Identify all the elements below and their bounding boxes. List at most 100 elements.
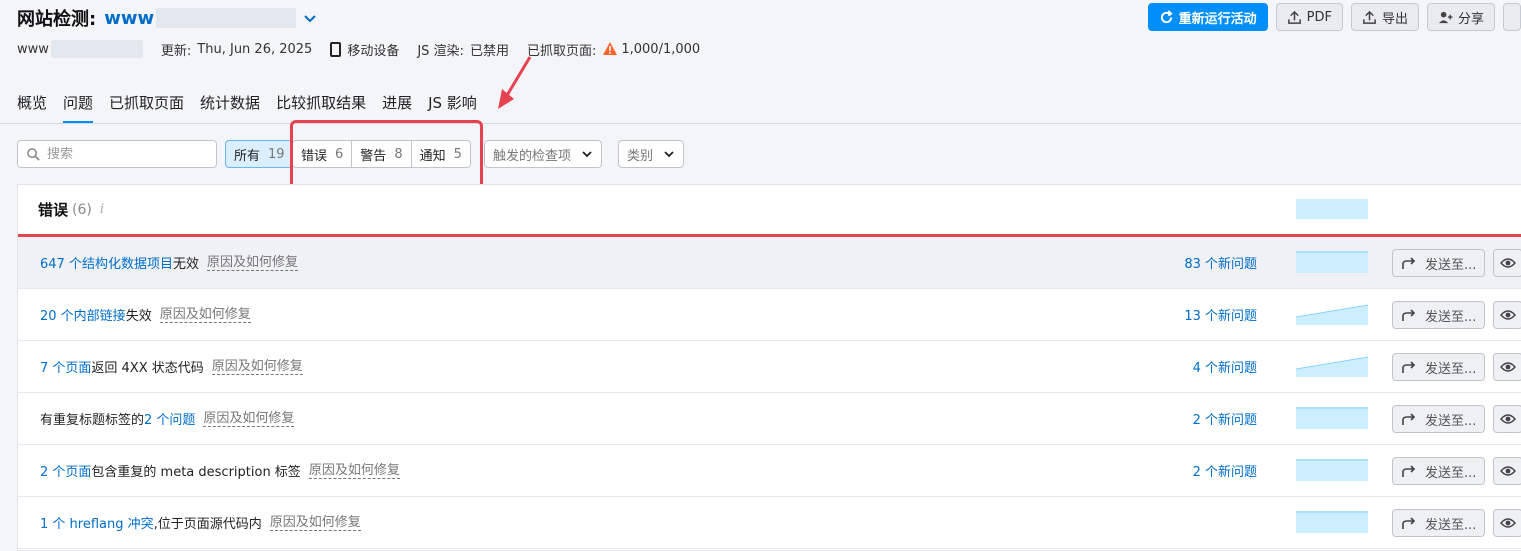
send-to-button[interactable]: 发送至... xyxy=(1392,509,1485,537)
send-to-label: 发送至... xyxy=(1425,257,1477,273)
issue-prefix: 有重复标题标签的 xyxy=(40,413,145,428)
send-to-button[interactable]: 发送至... xyxy=(1392,353,1485,381)
issue-row: 1 个 hreflang 冲突 ,位于页面源代码内 原因及如何修复 发送至... xyxy=(18,497,1521,549)
info-icon[interactable]: i xyxy=(100,202,104,217)
forward-arrow-icon xyxy=(1402,309,1416,321)
share-button[interactable]: 分享 xyxy=(1426,3,1495,31)
triggered-checks-label: 触发的检查项 xyxy=(493,148,572,164)
forward-arrow-icon xyxy=(1402,465,1416,477)
trend-sparkline xyxy=(1296,511,1368,533)
search-input[interactable] xyxy=(47,146,207,162)
more-button[interactable] xyxy=(1503,3,1521,31)
tab-crawled-pages[interactable]: 已抓取页面 xyxy=(109,92,184,124)
tab-divider xyxy=(0,123,1521,124)
share-label: 分享 xyxy=(1457,11,1484,27)
issues-list: 647 个结构化数据项目 无效 原因及如何修复 83 个新问题 发送至... 20 个内部… xyxy=(18,237,1521,549)
issue-text: 无效 xyxy=(172,257,199,272)
issue-row: 2 个页面 包含重复的 meta description 标签 原因及如何修复 2 个… xyxy=(18,445,1521,497)
pdf-label: PDF xyxy=(1306,9,1332,25)
why-and-how-to-fix-link[interactable]: 原因及如何修复 xyxy=(211,359,303,375)
updated-info: 更新: Thu, Jun 26, 2025 xyxy=(161,40,312,59)
issue-link[interactable]: 647 个结构化数据项目 xyxy=(40,253,173,272)
toggle-visibility-button[interactable] xyxy=(1493,457,1521,485)
trend-sparkline xyxy=(1296,251,1368,273)
rerun-label: 重新运行活动 xyxy=(1178,11,1257,27)
send-to-button[interactable]: 发送至... xyxy=(1392,457,1485,485)
device-label: 移动设备 xyxy=(347,43,400,59)
tab-overview[interactable]: 概览 xyxy=(17,92,47,124)
triggered-checks-dropdown[interactable]: 触发的检查项 xyxy=(484,140,603,168)
add-user-icon xyxy=(1438,11,1453,23)
errors-count: (6) xyxy=(72,201,92,218)
annotation-arrow-icon xyxy=(498,56,532,109)
issue-row: 20 个内部链接 失效 原因及如何修复 13 个新问题 发送至... xyxy=(18,289,1521,341)
export-label: 导出 xyxy=(1381,11,1408,27)
upload-icon xyxy=(1363,10,1376,24)
toggle-visibility-button[interactable] xyxy=(1493,405,1521,433)
crawled-value: 1,000/1,000 xyxy=(621,41,701,57)
chevron-down-icon xyxy=(582,151,592,158)
issue-link[interactable]: 2 个问题 xyxy=(144,409,195,428)
filter-all-item[interactable]: 所有 19 xyxy=(226,141,293,167)
chevron-down-icon xyxy=(664,151,674,158)
errors-heading: 错误 xyxy=(38,201,69,219)
new-issues-link[interactable]: 13 个新问题 xyxy=(1184,305,1257,324)
filter-all[interactable]: 所有 19 xyxy=(225,140,294,168)
issue-link[interactable]: 1 个 hreflang 冲突 xyxy=(40,513,154,532)
upload-icon xyxy=(1287,10,1301,24)
send-to-label: 发送至... xyxy=(1425,517,1477,533)
project-domain[interactable]: www xyxy=(104,8,154,29)
chevron-down-icon[interactable] xyxy=(302,10,318,26)
toggle-visibility-button[interactable] xyxy=(1493,249,1521,277)
issue-row: 7 个页面 返回 4XX 状态代码 原因及如何修复 4 个新问题 发送至... xyxy=(18,341,1521,393)
eye-icon xyxy=(1500,258,1516,268)
forward-arrow-icon xyxy=(1402,361,1416,373)
header-trend-sparkline xyxy=(1296,199,1368,219)
rerun-campaign-button[interactable]: 重新运行活动 xyxy=(1147,3,1268,31)
issue-text: 失效 xyxy=(125,309,152,324)
eye-icon xyxy=(1500,414,1516,424)
new-issues-link[interactable]: 2 个新问题 xyxy=(1193,461,1257,480)
trend-sparkline xyxy=(1296,356,1368,377)
issue-link[interactable]: 7 个页面 xyxy=(40,357,91,376)
why-and-how-to-fix-link[interactable]: 原因及如何修复 xyxy=(159,307,251,323)
issue-text: ,位于页面源代码内 xyxy=(153,517,262,532)
tab-issues[interactable]: 问题 xyxy=(63,92,94,124)
why-and-how-to-fix-link[interactable]: 原因及如何修复 xyxy=(308,463,400,479)
send-to-label: 发送至... xyxy=(1425,465,1477,481)
new-issues-link[interactable]: 2 个新问题 xyxy=(1193,409,1257,428)
filter-all-count: 19 xyxy=(268,146,285,162)
eye-icon xyxy=(1500,518,1516,528)
new-issues-link[interactable]: 83 个新问题 xyxy=(1184,253,1257,272)
send-to-button[interactable]: 发送至... xyxy=(1392,249,1485,277)
toggle-visibility-button[interactable] xyxy=(1493,353,1521,381)
send-to-button[interactable]: 发送至... xyxy=(1392,405,1485,433)
forward-arrow-icon xyxy=(1402,517,1416,529)
redacted-domain xyxy=(156,8,297,28)
send-to-button[interactable]: 发送至... xyxy=(1392,301,1485,329)
why-and-how-to-fix-link[interactable]: 原因及如何修复 xyxy=(269,515,361,531)
eye-icon xyxy=(1500,362,1516,372)
js-render-label: JS 渲染: xyxy=(417,43,464,59)
crawled-info: 已抓取页面: 1,000/1,000 xyxy=(527,40,700,59)
mobile-device-icon xyxy=(330,41,342,57)
why-and-how-to-fix-link[interactable]: 原因及如何修复 xyxy=(206,255,298,271)
toggle-visibility-button[interactable] xyxy=(1493,509,1521,537)
page-title: 网站检测: xyxy=(17,9,97,30)
pdf-button[interactable]: PDF xyxy=(1275,3,1343,31)
forward-arrow-icon xyxy=(1402,413,1416,425)
category-dropdown[interactable]: 类别 xyxy=(618,140,685,168)
tab-statistics[interactable]: 统计数据 xyxy=(200,92,260,124)
why-and-how-to-fix-link[interactable]: 原因及如何修复 xyxy=(203,411,295,427)
updated-label: 更新: xyxy=(160,43,192,59)
new-issues-link[interactable]: 4 个新问题 xyxy=(1193,357,1257,376)
warning-icon xyxy=(603,42,618,55)
export-button[interactable]: 导出 xyxy=(1350,3,1419,31)
issue-link[interactable]: 2 个页面 xyxy=(40,461,91,480)
send-to-label: 发送至... xyxy=(1425,361,1477,377)
issue-link[interactable]: 20 个内部链接 xyxy=(40,305,126,324)
issue-text: 返回 4XX 状态代码 xyxy=(91,361,204,376)
category-label: 类别 xyxy=(627,148,654,164)
device-info: 移动设备 xyxy=(330,40,399,59)
toggle-visibility-button[interactable] xyxy=(1493,301,1521,329)
